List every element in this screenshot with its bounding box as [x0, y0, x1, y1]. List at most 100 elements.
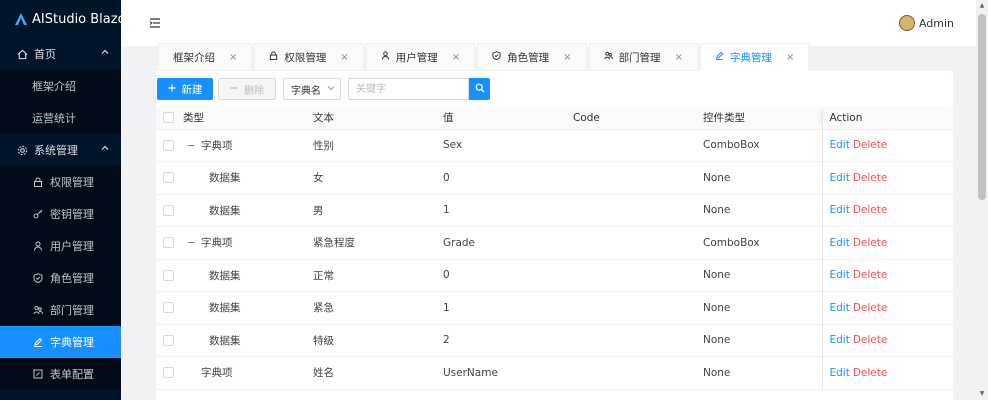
column-header-code[interactable]: Code — [566, 107, 696, 130]
delete-link[interactable]: Delete — [853, 172, 888, 184]
page-scrollbar[interactable]: ▲ ▼ — [976, 0, 988, 400]
tab-framework[interactable]: 框架介绍 × — [158, 43, 253, 71]
row-select-cell — [156, 194, 176, 227]
close-icon[interactable]: × — [229, 52, 237, 63]
tab-dictionary[interactable]: 字典管理 × — [699, 43, 810, 71]
table-row[interactable]: 字典项 姓名 UserName None Edit Delete — [156, 356, 953, 390]
cell-type: 数据集 — [176, 194, 306, 227]
search-icon — [475, 83, 485, 96]
select-all-checkbox[interactable] — [163, 112, 174, 124]
select-all-cell — [156, 107, 176, 130]
row-checkbox[interactable] — [163, 139, 174, 151]
row-checkbox[interactable] — [163, 334, 174, 346]
delete-link[interactable]: Delete — [853, 367, 888, 379]
edit-link[interactable]: Edit — [830, 204, 850, 216]
row-select-cell — [156, 161, 176, 195]
close-icon[interactable]: × — [340, 52, 348, 63]
sidebar-item-label: 框架介绍 — [32, 80, 76, 93]
delete-link[interactable]: Delete — [853, 334, 888, 346]
row-checkbox[interactable] — [163, 204, 174, 216]
edit-link[interactable]: Edit — [830, 269, 850, 281]
edit-link[interactable]: Edit — [830, 237, 850, 249]
new-button-label: 新建 — [181, 83, 203, 96]
row-checkbox[interactable] — [163, 269, 174, 281]
cell-action: Edit Delete — [821, 226, 953, 260]
table-row[interactable]: 数据集 正常 0 None Edit Delete — [156, 259, 953, 292]
cell-code — [566, 129, 696, 162]
delete-link[interactable]: Delete — [853, 204, 888, 216]
sidebar-item-form-config[interactable]: 表单配置 — [0, 358, 121, 390]
user-menu[interactable]: Admin — [898, 15, 954, 31]
delete-button[interactable]: 删除 — [218, 78, 276, 100]
edit-link[interactable]: Edit — [830, 367, 850, 379]
sidebar-item-departments[interactable]: 部门管理 — [0, 294, 121, 326]
delete-link[interactable]: Delete — [853, 302, 888, 314]
user-icon — [381, 51, 390, 63]
edit-link[interactable]: Edit — [830, 172, 850, 184]
header: Admin — [121, 0, 988, 46]
toolbar: 新建 删除 字典名 — [156, 71, 953, 107]
scroll-up-icon[interactable]: ▲ — [978, 2, 986, 10]
delete-link[interactable]: Delete — [853, 237, 888, 249]
menu-fold-icon[interactable] — [149, 18, 161, 28]
sidebar-item-permissions[interactable]: 权限管理 — [0, 166, 121, 198]
collapse-icon[interactable]: − — [187, 237, 197, 249]
close-icon[interactable]: × — [786, 52, 794, 63]
table-row[interactable]: − 字典项 性别 Sex ComboBox Edit Delete — [156, 129, 953, 162]
sidebar-item-statistics[interactable]: 运营统计 — [0, 102, 121, 134]
edit-link[interactable]: Edit — [830, 302, 850, 314]
row-select-cell — [156, 129, 176, 162]
app-logo[interactable]: AIStudio Blazor — [0, 0, 121, 38]
column-header-value[interactable]: 值 — [436, 107, 566, 130]
close-icon[interactable]: × — [452, 52, 460, 63]
home-icon — [16, 48, 28, 60]
cell-code — [566, 161, 696, 195]
table-row[interactable]: 数据集 特级 2 None Edit Delete — [156, 324, 953, 357]
delete-link[interactable]: Delete — [853, 269, 888, 281]
plus-icon — [168, 83, 176, 95]
row-checkbox[interactable] — [163, 172, 174, 184]
row-checkbox[interactable] — [163, 367, 174, 379]
column-header-type[interactable]: 类型 — [176, 107, 306, 130]
column-header-text[interactable]: 文本 — [306, 107, 436, 130]
cell-control-type: ComboBox — [696, 226, 822, 260]
search-button[interactable] — [469, 78, 490, 100]
edit-link[interactable]: Edit — [830, 334, 850, 346]
search-input[interactable] — [348, 78, 469, 100]
column-header-action: Action — [821, 107, 953, 130]
scrollbar-thumb[interactable] — [978, 14, 986, 200]
tab-users[interactable]: 用户管理 × — [365, 43, 476, 71]
cell-action: Edit Delete — [821, 161, 953, 195]
tab-roles[interactable]: 角色管理 × — [477, 43, 587, 71]
row-checkbox[interactable] — [163, 302, 174, 314]
column-header-control-type[interactable]: 控件类型 — [696, 107, 822, 130]
tab-permissions[interactable]: 权限管理 × — [254, 43, 364, 71]
dictionary-field-select[interactable]: 字典名 — [283, 78, 341, 100]
collapse-icon[interactable]: − — [187, 140, 197, 152]
delete-link[interactable]: Delete — [853, 139, 888, 151]
cell-type-text: 数据集 — [209, 302, 241, 315]
menu-group-home[interactable]: 首页 — [0, 38, 121, 70]
sidebar-item-keys[interactable]: 密钥管理 — [0, 198, 121, 230]
cell-type: 数据集 — [176, 161, 306, 195]
row-checkbox[interactable] — [163, 237, 174, 249]
table-row[interactable]: 数据集 男 1 None Edit Delete — [156, 194, 953, 227]
sidebar-item-roles[interactable]: 角色管理 — [0, 262, 121, 294]
tab-departments[interactable]: 部门管理 × — [588, 43, 698, 71]
table-row[interactable]: 数据集 女 0 None Edit Delete — [156, 161, 953, 195]
close-icon[interactable]: × — [563, 52, 571, 63]
scroll-down-icon[interactable]: ▼ — [978, 390, 986, 398]
table-body: − 字典项 性别 Sex ComboBox Edit Delete 数据集 女 0 … — [156, 129, 953, 390]
close-icon[interactable]: × — [675, 52, 683, 63]
sidebar-item-users[interactable]: 用户管理 — [0, 230, 121, 262]
menu-group-system[interactable]: 系统管理 — [0, 134, 121, 166]
search-box — [348, 78, 490, 100]
sidebar-item-framework[interactable]: 框架介绍 — [0, 70, 121, 102]
sidebar-item-dictionary[interactable]: 字典管理 — [0, 326, 121, 358]
shield-icon — [32, 272, 44, 284]
table-row[interactable]: 数据集 紧急 1 None Edit Delete — [156, 291, 953, 325]
row-select-cell — [156, 356, 176, 390]
new-button[interactable]: 新建 — [157, 78, 213, 100]
table-row[interactable]: − 字典项 紧急程度 Grade ComboBox Edit Delete — [156, 226, 953, 260]
edit-link[interactable]: Edit — [830, 139, 850, 151]
